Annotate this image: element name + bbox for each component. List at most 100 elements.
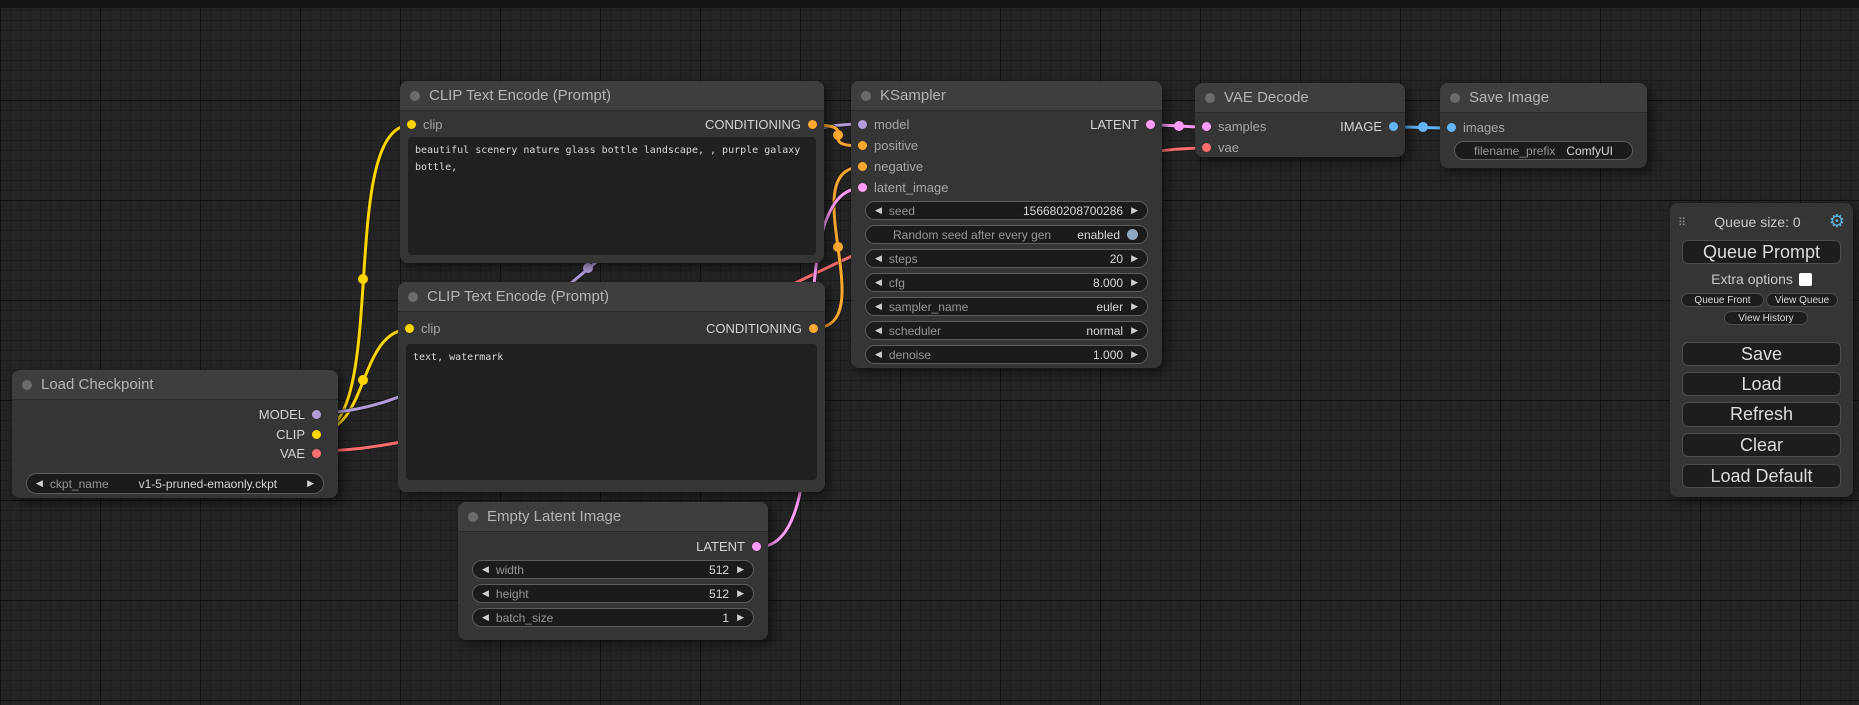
widget-steps[interactable]: ◀ steps 20 ▶ — [865, 249, 1148, 268]
image-output-dot[interactable] — [1389, 122, 1398, 131]
positive-input-dot[interactable] — [858, 141, 867, 150]
widget-value: 20 — [1110, 252, 1123, 266]
latent-image-input-dot[interactable] — [858, 183, 867, 192]
widget-cfg[interactable]: ◀ cfg 8.000 ▶ — [865, 273, 1148, 292]
node-title-bar[interactable]: VAE Decode — [1195, 83, 1405, 113]
load-button[interactable]: Load — [1682, 372, 1841, 396]
widget-width[interactable]: ◀ width 512 ▶ — [472, 560, 754, 579]
node-title: CLIP Text Encode (Prompt) — [427, 288, 609, 305]
collapse-dot-icon[interactable] — [410, 91, 420, 101]
drag-handle-icon[interactable]: ⠿ — [1678, 216, 1686, 229]
input-slot-vae: vae — [1195, 137, 1273, 158]
input-slot-clip: clip — [398, 318, 448, 339]
decrement-arrow-icon[interactable]: ◀ — [482, 613, 489, 623]
increment-arrow-icon[interactable]: ▶ — [737, 589, 744, 599]
node-title-bar[interactable]: Empty Latent Image — [458, 502, 768, 532]
output-slot-conditioning: CONDITIONING — [699, 318, 825, 339]
widget-seed[interactable]: ◀ seed 156680208700286 ▶ — [865, 201, 1148, 220]
widget-value: 8.000 — [1093, 276, 1123, 290]
widget-filename-prefix[interactable]: filename_prefix ComfyUI — [1454, 141, 1633, 160]
decrement-arrow-icon[interactable]: ◀ — [875, 206, 882, 216]
slot-label: CLIP — [276, 427, 305, 442]
widget-value: normal — [1086, 324, 1123, 338]
queue-prompt-button[interactable]: Queue Prompt — [1682, 240, 1841, 264]
decrement-arrow-icon[interactable]: ◀ — [482, 565, 489, 575]
node-save-image: Save Image images filename_prefix ComfyU… — [1440, 83, 1647, 168]
conditioning-output-dot[interactable] — [808, 120, 817, 129]
increment-arrow-icon[interactable]: ▶ — [737, 613, 744, 623]
save-button[interactable]: Save — [1682, 342, 1841, 366]
decrement-arrow-icon[interactable]: ◀ — [36, 479, 43, 489]
queue-front-button[interactable]: Queue Front — [1681, 293, 1764, 307]
increment-arrow-icon[interactable]: ▶ — [1131, 254, 1138, 264]
output-slot-image: IMAGE — [1333, 116, 1405, 137]
slot-label: LATENT — [696, 539, 745, 554]
clip-output-dot[interactable] — [312, 430, 321, 439]
clip-input-dot[interactable] — [407, 120, 416, 129]
widget-label: width — [496, 563, 524, 577]
toggle-dot[interactable] — [1127, 229, 1138, 240]
negative-input-dot[interactable] — [858, 162, 867, 171]
widget-label: batch_size — [496, 611, 553, 625]
decrement-arrow-icon[interactable]: ◀ — [875, 350, 882, 360]
node-title-bar[interactable]: Save Image — [1440, 83, 1647, 113]
prompt-textarea[interactable]: beautiful scenery nature glass bottle la… — [408, 137, 816, 255]
slot-label: VAE — [280, 446, 305, 461]
samples-input-dot[interactable] — [1202, 122, 1211, 131]
decrement-arrow-icon[interactable]: ◀ — [875, 278, 882, 288]
conditioning-output-dot[interactable] — [809, 324, 818, 333]
widget-height[interactable]: ◀ height 512 ▶ — [472, 584, 754, 603]
increment-arrow-icon[interactable]: ▶ — [307, 479, 314, 489]
widget-ckpt-name[interactable]: ◀ ckpt_name v1-5-pruned-emaonly.ckpt ▶ — [26, 473, 324, 494]
load-default-button[interactable]: Load Default — [1682, 464, 1841, 488]
view-queue-button[interactable]: View Queue — [1766, 293, 1838, 307]
increment-arrow-icon[interactable]: ▶ — [1131, 302, 1138, 312]
refresh-button[interactable]: Refresh — [1682, 402, 1841, 427]
output-slot-vae: VAE — [12, 444, 338, 463]
model-input-dot[interactable] — [858, 120, 867, 129]
increment-arrow-icon[interactable]: ▶ — [1131, 326, 1138, 336]
node-title-bar[interactable]: KSampler — [851, 81, 1162, 111]
node-title-bar[interactable]: Load Checkpoint — [12, 370, 338, 400]
collapse-dot-icon[interactable] — [861, 91, 871, 101]
increment-arrow-icon[interactable]: ▶ — [1131, 350, 1138, 360]
decrement-arrow-icon[interactable]: ◀ — [875, 254, 882, 264]
vae-input-dot[interactable] — [1202, 143, 1211, 152]
collapse-dot-icon[interactable] — [22, 380, 32, 390]
top-edge — [0, 0, 1859, 8]
decrement-arrow-icon[interactable]: ◀ — [482, 589, 489, 599]
node-title-bar[interactable]: CLIP Text Encode (Prompt) — [400, 81, 824, 111]
collapse-dot-icon[interactable] — [1205, 93, 1215, 103]
widget-value: 1 — [722, 611, 729, 625]
node-title-bar[interactable]: CLIP Text Encode (Prompt) — [398, 282, 825, 312]
prompt-textarea[interactable]: text, watermark — [406, 344, 817, 480]
model-output-dot[interactable] — [312, 410, 321, 419]
extra-options-checkbox[interactable] — [1799, 273, 1812, 286]
widget-scheduler[interactable]: ◀ scheduler normal ▶ — [865, 321, 1148, 340]
settings-gear-icon[interactable]: ⚙ — [1829, 213, 1845, 231]
slot-label: IMAGE — [1340, 119, 1382, 134]
node-title: KSampler — [880, 87, 946, 104]
clear-button[interactable]: Clear — [1682, 433, 1841, 457]
images-input-dot[interactable] — [1447, 123, 1456, 132]
increment-arrow-icon[interactable]: ▶ — [737, 565, 744, 575]
view-history-button[interactable]: View History — [1724, 311, 1808, 325]
collapse-dot-icon[interactable] — [1450, 93, 1460, 103]
decrement-arrow-icon[interactable]: ◀ — [875, 326, 882, 336]
collapse-dot-icon[interactable] — [408, 292, 418, 302]
widget-sampler-name[interactable]: ◀ sampler_name euler ▶ — [865, 297, 1148, 316]
increment-arrow-icon[interactable]: ▶ — [1131, 206, 1138, 216]
widget-batch-size[interactable]: ◀ batch_size 1 ▶ — [472, 608, 754, 627]
clip-input-dot[interactable] — [405, 324, 414, 333]
latent-output-dot[interactable] — [1146, 120, 1155, 129]
widget-denoise[interactable]: ◀ denoise 1.000 ▶ — [865, 345, 1148, 364]
widget-value: 1.000 — [1093, 348, 1123, 362]
collapse-dot-icon[interactable] — [468, 512, 478, 522]
latent-output-dot[interactable] — [752, 542, 761, 551]
decrement-arrow-icon[interactable]: ◀ — [875, 302, 882, 312]
widget-random-seed-toggle[interactable]: Random seed after every gen enabled — [865, 225, 1148, 244]
vae-output-dot[interactable] — [312, 449, 321, 458]
increment-arrow-icon[interactable]: ▶ — [1131, 278, 1138, 288]
input-slot-images: images — [1440, 117, 1647, 138]
widget-value: enabled — [1077, 228, 1120, 242]
